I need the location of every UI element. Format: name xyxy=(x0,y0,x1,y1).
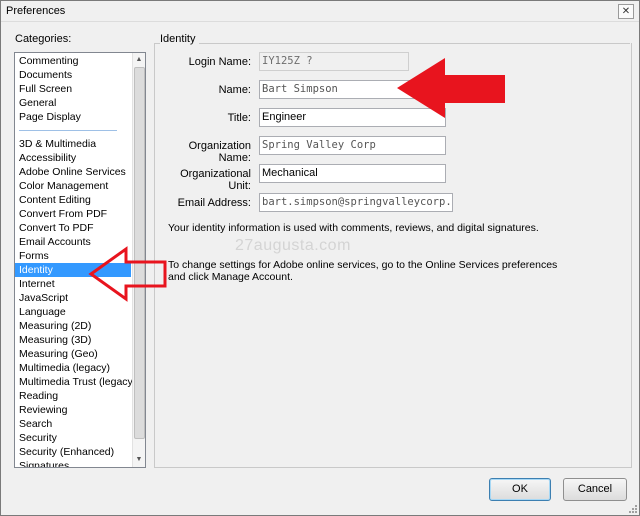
list-item-general[interactable]: General xyxy=(15,96,131,110)
resize-grip-icon[interactable] xyxy=(628,504,638,514)
list-item-security-enhanced[interactable]: Security (Enhanced) xyxy=(15,445,131,459)
window-title: Preferences xyxy=(6,5,66,17)
list-item-content-editing[interactable]: Content Editing xyxy=(15,193,131,207)
list-item-documents[interactable]: Documents xyxy=(15,68,131,82)
list-item-search[interactable]: Search xyxy=(15,417,131,431)
red-arrow-name-icon xyxy=(397,58,505,118)
login-name-field: IY125Z ? xyxy=(259,52,409,71)
organization-name-label: Organization Name: xyxy=(188,140,251,164)
ok-button[interactable]: OK xyxy=(489,478,551,501)
identity-info-text: Your identity information is used with c… xyxy=(168,222,539,234)
outline-arrow-identity-icon xyxy=(88,246,167,302)
list-item-adobe-online-services[interactable]: Adobe Online Services xyxy=(15,165,131,179)
name-label: Name: xyxy=(218,84,251,96)
section-title: Identity xyxy=(160,33,200,45)
panel-top-border xyxy=(154,43,630,44)
list-item-convert-to-pdf[interactable]: Convert To PDF xyxy=(15,221,131,235)
list-item-color-management[interactable]: Color Management xyxy=(15,179,131,193)
scroll-down-icon[interactable]: ▼ xyxy=(133,454,145,466)
title-label: Title: xyxy=(227,112,251,124)
list-item-reading[interactable]: Reading xyxy=(15,389,131,403)
cancel-button[interactable]: Cancel xyxy=(563,478,627,501)
identity-panel xyxy=(154,43,632,468)
list-item-reviewing[interactable]: Reviewing xyxy=(15,403,131,417)
organizational-unit-field[interactable]: Mechanical xyxy=(259,164,446,183)
close-button[interactable]: ✕ xyxy=(618,4,634,19)
list-item-measuring-2d[interactable]: Measuring (2D) xyxy=(15,319,131,333)
categories-label: Categories: xyxy=(15,33,72,45)
list-item-3d-multimedia[interactable]: 3D & Multimedia xyxy=(15,137,131,151)
list-separator xyxy=(19,130,117,131)
list-item-multimedia-legacy[interactable]: Multimedia (legacy) xyxy=(15,361,131,375)
list-item-measuring-geo[interactable]: Measuring (Geo) xyxy=(15,347,131,361)
list-item-commenting[interactable]: Commenting xyxy=(15,54,131,68)
list-item-page-display[interactable]: Page Display xyxy=(15,110,131,124)
watermark: 27augusta.com xyxy=(235,237,351,254)
email-address-label: Email Address: xyxy=(177,197,251,209)
list-item-accessibility[interactable]: Accessibility xyxy=(15,151,131,165)
email-address-field[interactable]: bart.simpson@springvalleycorp.com xyxy=(259,193,453,212)
close-icon: ✕ xyxy=(621,6,631,17)
list-item-language[interactable]: Language xyxy=(15,305,131,319)
online-services-text: To change settings for Adobe online serv… xyxy=(168,259,558,283)
list-item-full-screen[interactable]: Full Screen xyxy=(15,82,131,96)
scroll-up-icon[interactable]: ▲ xyxy=(133,54,145,66)
list-item-convert-from-pdf[interactable]: Convert From PDF xyxy=(15,207,131,221)
list-item-signatures[interactable]: Signatures xyxy=(15,459,131,467)
organizational-unit-label: Organizational Unit: xyxy=(180,168,251,192)
login-name-label: Login Name: xyxy=(188,56,251,68)
list-item-measuring-3d[interactable]: Measuring (3D) xyxy=(15,333,131,347)
list-item-security[interactable]: Security xyxy=(15,431,131,445)
list-item-multimedia-trust-legacy[interactable]: Multimedia Trust (legacy) xyxy=(15,375,136,389)
organization-name-field[interactable]: Spring Valley Corp xyxy=(259,136,446,155)
title-bar: Preferences ✕ xyxy=(1,1,639,22)
